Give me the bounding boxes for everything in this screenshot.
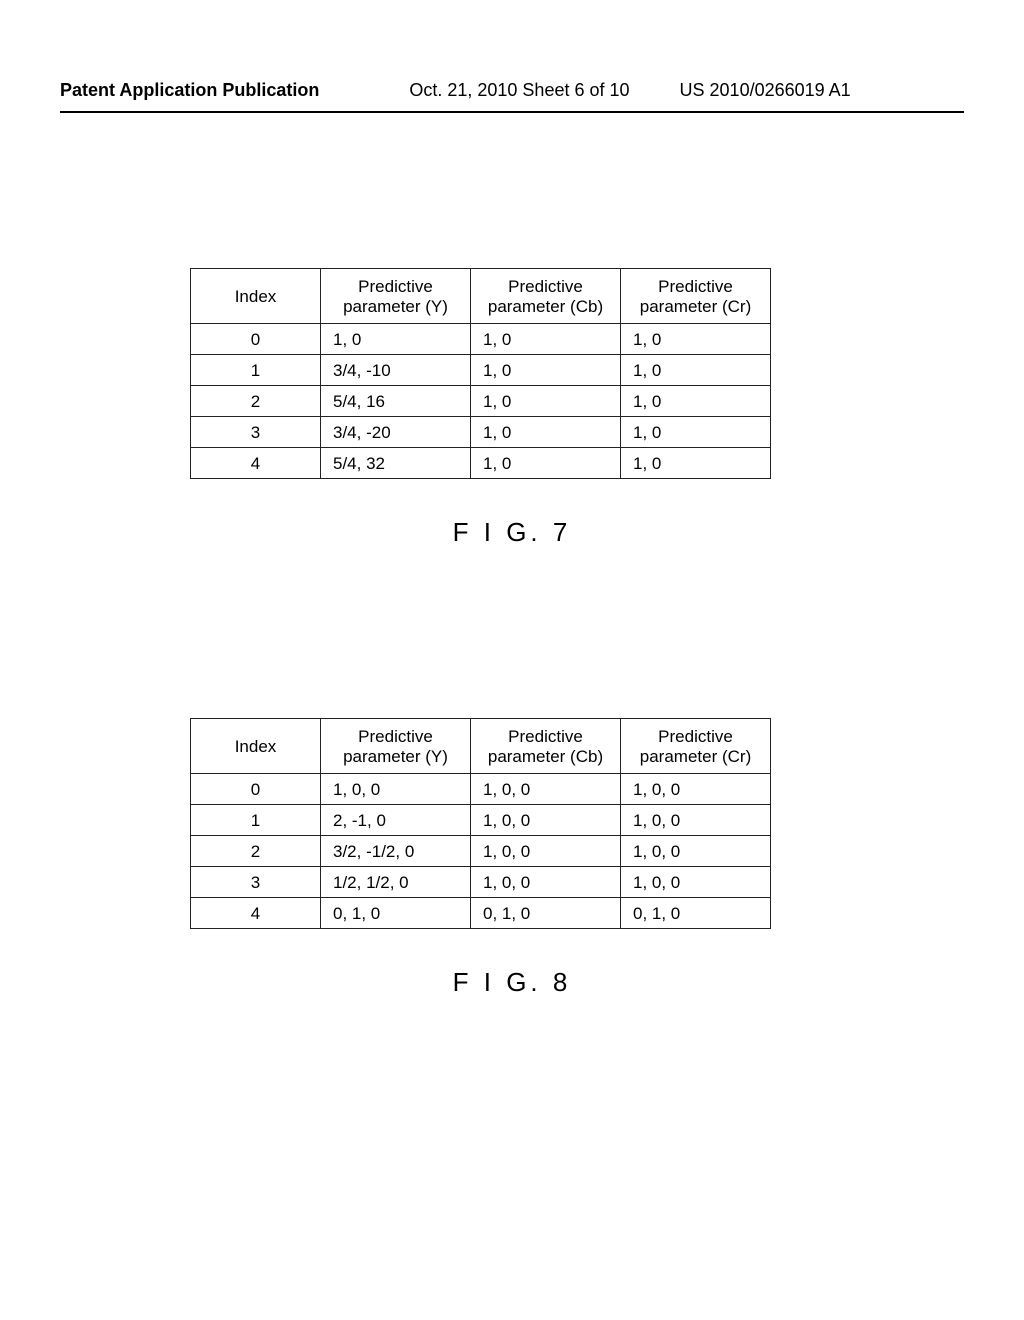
cell-cb: 1, 0 [471, 386, 621, 417]
cell-cb: 1, 0, 0 [471, 836, 621, 867]
header-rule [60, 111, 964, 113]
cell-cr: 1, 0 [621, 324, 771, 355]
col-y: Predictive parameter (Y) [321, 269, 471, 324]
cell-index: 4 [191, 898, 321, 929]
fig7-thead: Index Predictive parameter (Y) Predictiv… [191, 269, 771, 324]
fig7-block: Index Predictive parameter (Y) Predictiv… [0, 268, 1024, 548]
cell-index: 0 [191, 324, 321, 355]
cell-y: 3/4, -20 [321, 417, 471, 448]
cell-cb: 1, 0, 0 [471, 774, 621, 805]
cell-index: 0 [191, 774, 321, 805]
cell-cr: 1, 0 [621, 386, 771, 417]
table-row: 1 2, -1, 0 1, 0, 0 1, 0, 0 [191, 805, 771, 836]
fig7-table: Index Predictive parameter (Y) Predictiv… [190, 268, 771, 479]
table-row: 0 1, 0 1, 0 1, 0 [191, 324, 771, 355]
cell-cb: 1, 0 [471, 324, 621, 355]
table-row: 4 0, 1, 0 0, 1, 0 0, 1, 0 [191, 898, 771, 929]
cell-y: 5/4, 32 [321, 448, 471, 479]
header-left-text: Patent Application Publication [60, 80, 319, 101]
cell-cr: 1, 0, 0 [621, 867, 771, 898]
page-header: Patent Application Publication Oct. 21, … [0, 0, 1024, 111]
cell-y: 1, 0, 0 [321, 774, 471, 805]
cell-index: 2 [191, 836, 321, 867]
cell-cr: 1, 0 [621, 355, 771, 386]
col-y: Predictive parameter (Y) [321, 719, 471, 774]
col-cb: Predictive parameter (Cb) [471, 719, 621, 774]
cell-y: 0, 1, 0 [321, 898, 471, 929]
cell-cr: 0, 1, 0 [621, 898, 771, 929]
fig7-label: F I G. 7 [0, 517, 1024, 548]
fig8-table: Index Predictive parameter (Y) Predictiv… [190, 718, 771, 929]
table-row: 4 5/4, 32 1, 0 1, 0 [191, 448, 771, 479]
table-row: 3 3/4, -20 1, 0 1, 0 [191, 417, 771, 448]
cell-cb: 1, 0 [471, 448, 621, 479]
col-cb: Predictive parameter (Cb) [471, 269, 621, 324]
table-header-row: Index Predictive parameter (Y) Predictiv… [191, 719, 771, 774]
table-row: 2 3/2, -1/2, 0 1, 0, 0 1, 0, 0 [191, 836, 771, 867]
cell-cr: 1, 0 [621, 448, 771, 479]
cell-cr: 1, 0, 0 [621, 836, 771, 867]
cell-y: 1/2, 1/2, 0 [321, 867, 471, 898]
cell-y: 3/4, -10 [321, 355, 471, 386]
col-index: Index [191, 269, 321, 324]
fig8-thead: Index Predictive parameter (Y) Predictiv… [191, 719, 771, 774]
cell-cb: 0, 1, 0 [471, 898, 621, 929]
fig8-block: Index Predictive parameter (Y) Predictiv… [0, 718, 1024, 998]
header-center-text: Oct. 21, 2010 Sheet 6 of 10 [409, 80, 629, 101]
cell-index: 3 [191, 867, 321, 898]
col-cr: Predictive parameter (Cr) [621, 719, 771, 774]
fig7-table-wrap: Index Predictive parameter (Y) Predictiv… [190, 268, 770, 479]
fig8-table-wrap: Index Predictive parameter (Y) Predictiv… [190, 718, 770, 929]
cell-index: 1 [191, 355, 321, 386]
cell-cr: 1, 0, 0 [621, 805, 771, 836]
table-row: 3 1/2, 1/2, 0 1, 0, 0 1, 0, 0 [191, 867, 771, 898]
cell-cr: 1, 0, 0 [621, 774, 771, 805]
patent-page: Patent Application Publication Oct. 21, … [0, 0, 1024, 1320]
header-right-text: US 2010/0266019 A1 [680, 80, 851, 101]
cell-index: 3 [191, 417, 321, 448]
cell-y: 5/4, 16 [321, 386, 471, 417]
cell-index: 2 [191, 386, 321, 417]
cell-y: 2, -1, 0 [321, 805, 471, 836]
cell-y: 3/2, -1/2, 0 [321, 836, 471, 867]
cell-cb: 1, 0, 0 [471, 867, 621, 898]
cell-cb: 1, 0, 0 [471, 805, 621, 836]
table-row: 1 3/4, -10 1, 0 1, 0 [191, 355, 771, 386]
cell-cb: 1, 0 [471, 355, 621, 386]
cell-cr: 1, 0 [621, 417, 771, 448]
table-header-row: Index Predictive parameter (Y) Predictiv… [191, 269, 771, 324]
table-row: 0 1, 0, 0 1, 0, 0 1, 0, 0 [191, 774, 771, 805]
cell-index: 4 [191, 448, 321, 479]
table-row: 2 5/4, 16 1, 0 1, 0 [191, 386, 771, 417]
col-cr: Predictive parameter (Cr) [621, 269, 771, 324]
col-index: Index [191, 719, 321, 774]
cell-y: 1, 0 [321, 324, 471, 355]
cell-cb: 1, 0 [471, 417, 621, 448]
cell-index: 1 [191, 805, 321, 836]
fig8-tbody: 0 1, 0, 0 1, 0, 0 1, 0, 0 1 2, -1, 0 1, … [191, 774, 771, 929]
fig8-label: F I G. 8 [0, 967, 1024, 998]
fig7-tbody: 0 1, 0 1, 0 1, 0 1 3/4, -10 1, 0 1, 0 2 … [191, 324, 771, 479]
